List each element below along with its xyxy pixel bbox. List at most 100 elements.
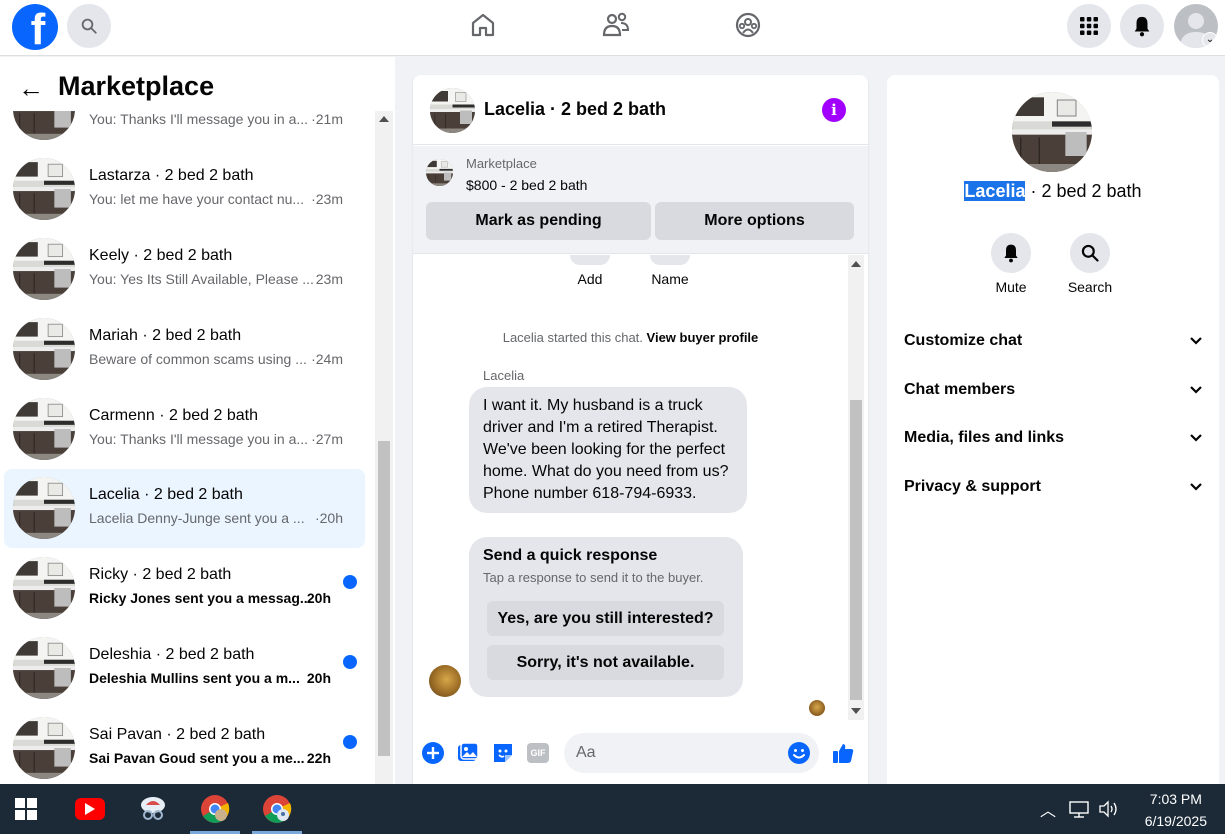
conversation-name: Keely · 2 bed 2 bath: [89, 247, 233, 264]
scroll-down-arrow-icon[interactable]: [851, 708, 861, 714]
chevron-down-icon: [1188, 429, 1204, 450]
start-button[interactable]: [0, 784, 52, 834]
conversation-item[interactable]: Keely · 2 bed 2 bath You: Yes Its Still A…: [4, 230, 365, 309]
listing-avatar-large[interactable]: [1012, 92, 1092, 172]
media-files-links-label: Media, files and links: [904, 429, 1065, 446]
customize-chat-section[interactable]: Customize chat: [904, 332, 1204, 362]
chat-title[interactable]: Lacelia · 2 bed 2 bath: [484, 99, 666, 120]
search-button[interactable]: [67, 4, 111, 48]
conversation-item[interactable]: Mariah · 2 bed 2 bath Beware of common sc…: [4, 310, 365, 389]
listing-thumbnail[interactable]: [426, 159, 453, 186]
conversation-item[interactable]: Lacelia · 2 bed 2 bath Lacelia Denny-Jung…: [4, 469, 365, 548]
mute-button-circle[interactable]: [991, 233, 1031, 273]
message-input[interactable]: [564, 733, 819, 773]
chevron-up-icon[interactable]: ︿: [1040, 797, 1056, 821]
search-button-circle[interactable]: [1070, 233, 1110, 273]
volume-icon[interactable]: [1098, 800, 1120, 818]
quick-reply-not-available[interactable]: Sorry, it's not available.: [487, 645, 724, 680]
selected-name-text[interactable]: Lacelia: [964, 181, 1026, 201]
conversation-thumbnail: [13, 717, 75, 779]
listing-price[interactable]: $800 - 2 bed 2 bath: [466, 177, 587, 193]
unread-indicator: [343, 575, 357, 589]
gif-button[interactable]: GIF: [526, 741, 550, 765]
photo-icon: [458, 742, 479, 761]
sender-avatar[interactable]: [429, 665, 461, 697]
more-actions-button[interactable]: [421, 741, 445, 765]
media-files-links-section[interactable]: Media, files and links: [904, 429, 1204, 459]
groups-icon: [735, 12, 761, 38]
quick-reply-still-interested[interactable]: Yes, are you still interested?: [487, 601, 724, 636]
listing-name-rest: · 2 bed 2 bath: [1025, 181, 1142, 201]
youtube-app[interactable]: [65, 784, 115, 834]
account-avatar[interactable]: ⌄: [1174, 4, 1218, 48]
scrollbar-thumb[interactable]: [850, 400, 862, 700]
name-action-circle: [650, 255, 690, 265]
system-tray: ︿: [1040, 784, 1120, 834]
logo-letter: f: [30, 5, 46, 51]
thumbs-up-icon: [833, 744, 854, 763]
back-arrow-icon[interactable]: ←: [18, 73, 44, 104]
home-nav-button[interactable]: [468, 10, 498, 40]
conversation-preview: Lacelia Denny-Junge sent you a ...: [89, 510, 305, 526]
conversation-item[interactable]: Sai Pavan · 2 bed 2 bath Sai Pavan Goud s…: [4, 709, 365, 784]
conversation-item[interactable]: Carmenn · 2 bed 2 bath You: Thanks I'll m…: [4, 390, 365, 469]
conversation-item[interactable]: Lastarza · 2 bed 2 bath You: let me have …: [4, 150, 365, 229]
add-action[interactable]: Add: [560, 255, 620, 287]
listing-banner: Marketplace $800 - 2 bed 2 bath Mark as …: [413, 146, 868, 254]
conversation-thumbnail: [13, 158, 75, 220]
conversation-preview: Beware of common scams using ...: [89, 351, 307, 367]
conversation-thumbnail: [13, 111, 75, 140]
home-icon: [471, 13, 495, 37]
attach-photo-button[interactable]: [456, 741, 480, 765]
mark-as-pending-button[interactable]: Mark as pending: [426, 202, 651, 240]
mute-action[interactable]: Mute: [981, 233, 1041, 295]
taskbar-clock[interactable]: 7:03 PM 6/19/2025: [1145, 788, 1207, 832]
conversation-name: Lastarza · 2 bed 2 bath: [89, 167, 254, 184]
conversation-thumbnail: [13, 238, 75, 300]
chat-listing-avatar[interactable]: [430, 88, 475, 133]
groups-nav-button[interactable]: [733, 10, 763, 40]
search-action[interactable]: Search: [1060, 233, 1120, 295]
like-button[interactable]: [831, 741, 855, 765]
chat-name-heading: Lacelia · 2 bed 2 bath: [887, 181, 1219, 202]
emoji-button[interactable]: [787, 741, 811, 765]
info-icon[interactable]: i: [822, 98, 846, 122]
incoming-message-bubble[interactable]: I want it. My husband is a truck driver …: [469, 387, 747, 513]
chrome-app-2[interactable]: [252, 784, 302, 834]
conversation-thumbnail: [13, 398, 75, 460]
message-thread-scrollbar[interactable]: [848, 255, 864, 720]
kitchen-photo: [13, 717, 75, 779]
facebook-logo[interactable]: f: [12, 4, 58, 50]
gif-label: GIF: [530, 748, 546, 758]
view-buyer-profile-link[interactable]: View buyer profile: [647, 330, 759, 345]
friends-nav-button[interactable]: [601, 10, 631, 40]
name-action[interactable]: Name: [640, 255, 700, 287]
conversation-name: Deleshia · 2 bed 2 bath: [89, 646, 255, 663]
more-options-button[interactable]: More options: [655, 202, 854, 240]
scrollbar-thumb[interactable]: [378, 441, 390, 756]
notifications-button[interactable]: [1120, 4, 1164, 48]
scroll-up-arrow-icon[interactable]: [851, 261, 861, 267]
snipping-tool-app[interactable]: [128, 784, 178, 834]
chevron-down-icon: ⌄: [1202, 32, 1218, 48]
chevron-down-icon: [1188, 332, 1204, 353]
chrome-app-1[interactable]: [190, 784, 240, 834]
gif-icon: GIF: [527, 743, 549, 763]
conversation-item[interactable]: Ricky · 2 bed 2 bath Ricky Jones sent you…: [4, 549, 365, 628]
conversation-item[interactable]: Deleshia · 2 bed 2 bath Deleshia Mullins …: [4, 629, 365, 708]
menu-button[interactable]: [1067, 4, 1111, 48]
scroll-up-arrow-icon[interactable]: [379, 116, 389, 122]
kitchen-photo: [13, 637, 75, 699]
unread-indicator: [343, 655, 357, 669]
sticker-button[interactable]: [491, 741, 515, 765]
search-icon: [1081, 244, 1099, 262]
kitchen-photo: [13, 111, 75, 140]
network-icon[interactable]: [1068, 800, 1090, 818]
conversation-time: 20h: [306, 590, 331, 606]
conversation-item[interactable]: You: Thanks I'll message you in a... ·21m: [4, 111, 365, 149]
chat-members-section[interactable]: Chat members: [904, 381, 1204, 411]
privacy-support-section[interactable]: Privacy & support: [904, 478, 1204, 508]
conversation-name: Ricky · 2 bed 2 bath: [89, 566, 232, 583]
kitchen-photo: [13, 557, 75, 619]
conversation-list-scrollbar[interactable]: [375, 111, 393, 784]
